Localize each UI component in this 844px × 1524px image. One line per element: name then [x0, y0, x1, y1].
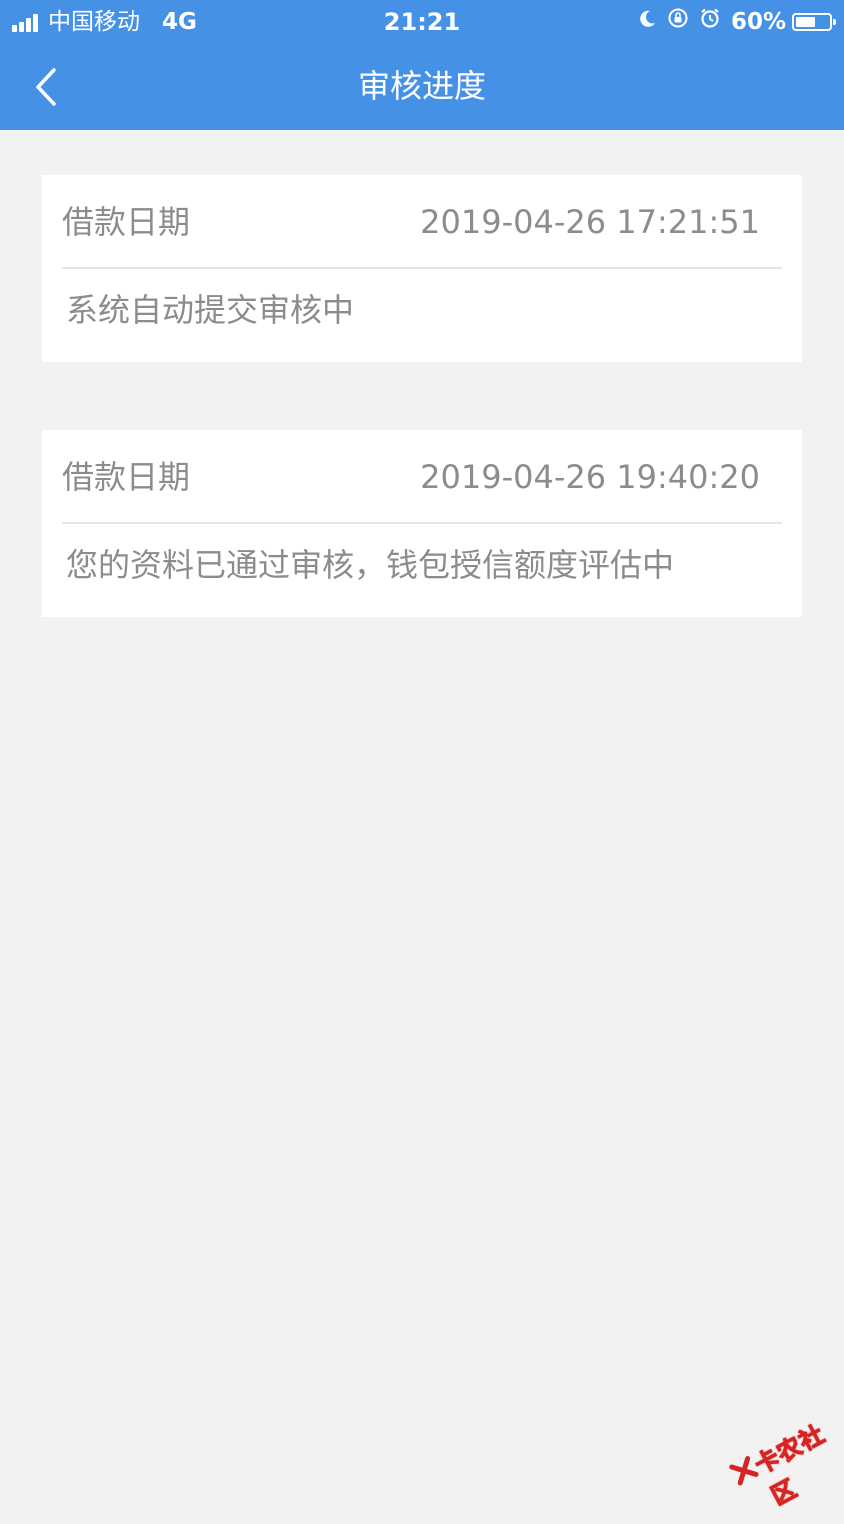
progress-card: 借款日期 2019-04-26 17:21:51 系统自动提交审核中 — [42, 175, 802, 362]
watermark: 卡农社区 — [716, 1394, 844, 1511]
battery-icon — [792, 13, 836, 31]
header: 中国移动 4G 21:21 60% 审核进度 — [0, 0, 844, 130]
card-header-row: 借款日期 2019-04-26 17:21:51 — [62, 175, 782, 269]
loan-date-label: 借款日期 — [62, 458, 191, 496]
progress-card: 借款日期 2019-04-26 19:40:20 您的资料已通过审核，钱包授信额… — [42, 430, 802, 617]
status-right: 60% — [637, 6, 836, 38]
card-header-row: 借款日期 2019-04-26 19:40:20 — [62, 430, 782, 524]
status-bar: 中国移动 4G 21:21 60% — [0, 0, 844, 44]
nav-bar: 审核进度 — [0, 44, 844, 130]
review-status: 您的资料已通过审核，钱包授信额度评估中 — [66, 546, 675, 584]
loan-datetime: 2019-04-26 19:40:20 — [420, 458, 760, 496]
moon-icon — [637, 6, 657, 38]
loan-date-label: 借款日期 — [62, 203, 191, 241]
loan-datetime: 2019-04-26 17:21:51 — [420, 203, 760, 241]
battery-fill — [796, 17, 815, 27]
alarm-icon — [699, 6, 721, 38]
watermark-text: 卡农社区 — [750, 1419, 830, 1511]
page-title: 审核进度 — [357, 67, 486, 105]
review-status: 系统自动提交审核中 — [66, 291, 355, 329]
battery-percent: 60% — [730, 9, 786, 35]
orientation-lock-icon — [667, 6, 689, 38]
battery-nub — [833, 19, 836, 25]
